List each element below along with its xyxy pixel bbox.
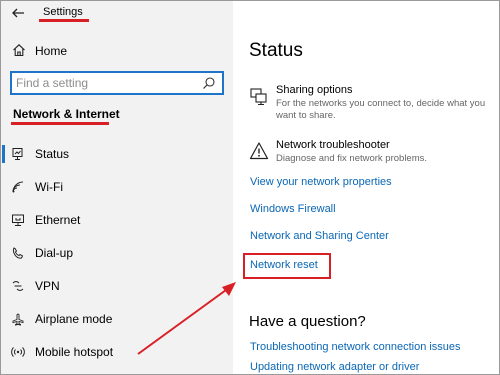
status-icon — [12, 148, 23, 160]
sidebar: Settings Home Network & Internet Status — [1, 1, 233, 374]
section-title: Network & Internet — [13, 107, 120, 121]
sidebar-item-ethernet[interactable]: Ethernet — [1, 208, 233, 232]
home-icon — [13, 44, 25, 57]
search-icon[interactable] — [202, 76, 216, 90]
annotation-underline-title — [39, 19, 89, 22]
windows-firewall-link[interactable]: Windows Firewall — [250, 203, 336, 215]
troubleshooting-connection-link[interactable]: Troubleshooting network connection issue… — [250, 341, 461, 353]
search-box[interactable] — [10, 71, 224, 95]
sidebar-item-label: VPN — [35, 279, 60, 293]
view-network-properties-link[interactable]: View your network properties — [250, 176, 392, 188]
network-sharing-center-link[interactable]: Network and Sharing Center — [250, 230, 389, 242]
sidebar-item-status[interactable]: Status — [1, 142, 233, 166]
wifi-icon — [12, 181, 24, 193]
app-title: Settings — [43, 6, 83, 18]
question-heading: Have a question? — [249, 313, 366, 330]
updating-adapter-link[interactable]: Updating network adapter or driver — [250, 361, 419, 373]
vpn-icon — [12, 281, 24, 291]
sidebar-item-label: Status — [35, 147, 70, 161]
home-nav-item[interactable]: Home — [1, 39, 233, 63]
network-troubleshooter-item[interactable]: Network troubleshooter Diagnose and fix … — [247, 139, 497, 169]
sidebar-item-airplane-mode[interactable]: Airplane mode — [1, 307, 233, 331]
page-title: Status — [249, 40, 303, 61]
title-bar: Settings — [1, 1, 233, 27]
selection-indicator — [2, 145, 5, 163]
home-label: Home — [35, 44, 68, 58]
sidebar-item-label: Ethernet — [35, 213, 81, 227]
sidebar-item-label: Mobile hotspot — [35, 345, 114, 359]
sidebar-item-mobile-hotspot[interactable]: Mobile hotspot — [1, 340, 233, 364]
annotation-underline-section — [11, 122, 109, 125]
sharing-icon — [250, 88, 267, 106]
sidebar-item-wifi[interactable]: Wi-Fi — [1, 175, 233, 199]
hotspot-icon — [11, 347, 25, 357]
network-troubleshooter-description: Diagnose and fix network problems. — [276, 153, 428, 164]
sharing-options-description: For the networks you connect to, decide … — [276, 98, 486, 121]
search-input[interactable] — [16, 75, 196, 91]
main-content: Status Sharing options For the networks … — [233, 1, 499, 374]
ethernet-icon — [12, 214, 24, 226]
sharing-options-title: Sharing options — [276, 84, 353, 96]
airplane-icon — [12, 313, 24, 326]
sharing-options-item[interactable]: Sharing options For the networks you con… — [247, 84, 497, 124]
warning-icon — [249, 142, 269, 160]
back-arrow-icon[interactable] — [9, 4, 27, 22]
sidebar-item-label: Airplane mode — [35, 312, 113, 326]
sidebar-item-label: Wi-Fi — [35, 180, 63, 194]
network-troubleshooter-title: Network troubleshooter — [276, 139, 390, 151]
sidebar-item-vpn[interactable]: VPN — [1, 274, 233, 298]
network-reset-link[interactable]: Network reset — [250, 259, 318, 271]
sidebar-item-label: Dial-up — [35, 246, 74, 260]
sidebar-item-dialup[interactable]: Dial-up — [1, 241, 233, 265]
dialup-icon — [12, 247, 24, 259]
